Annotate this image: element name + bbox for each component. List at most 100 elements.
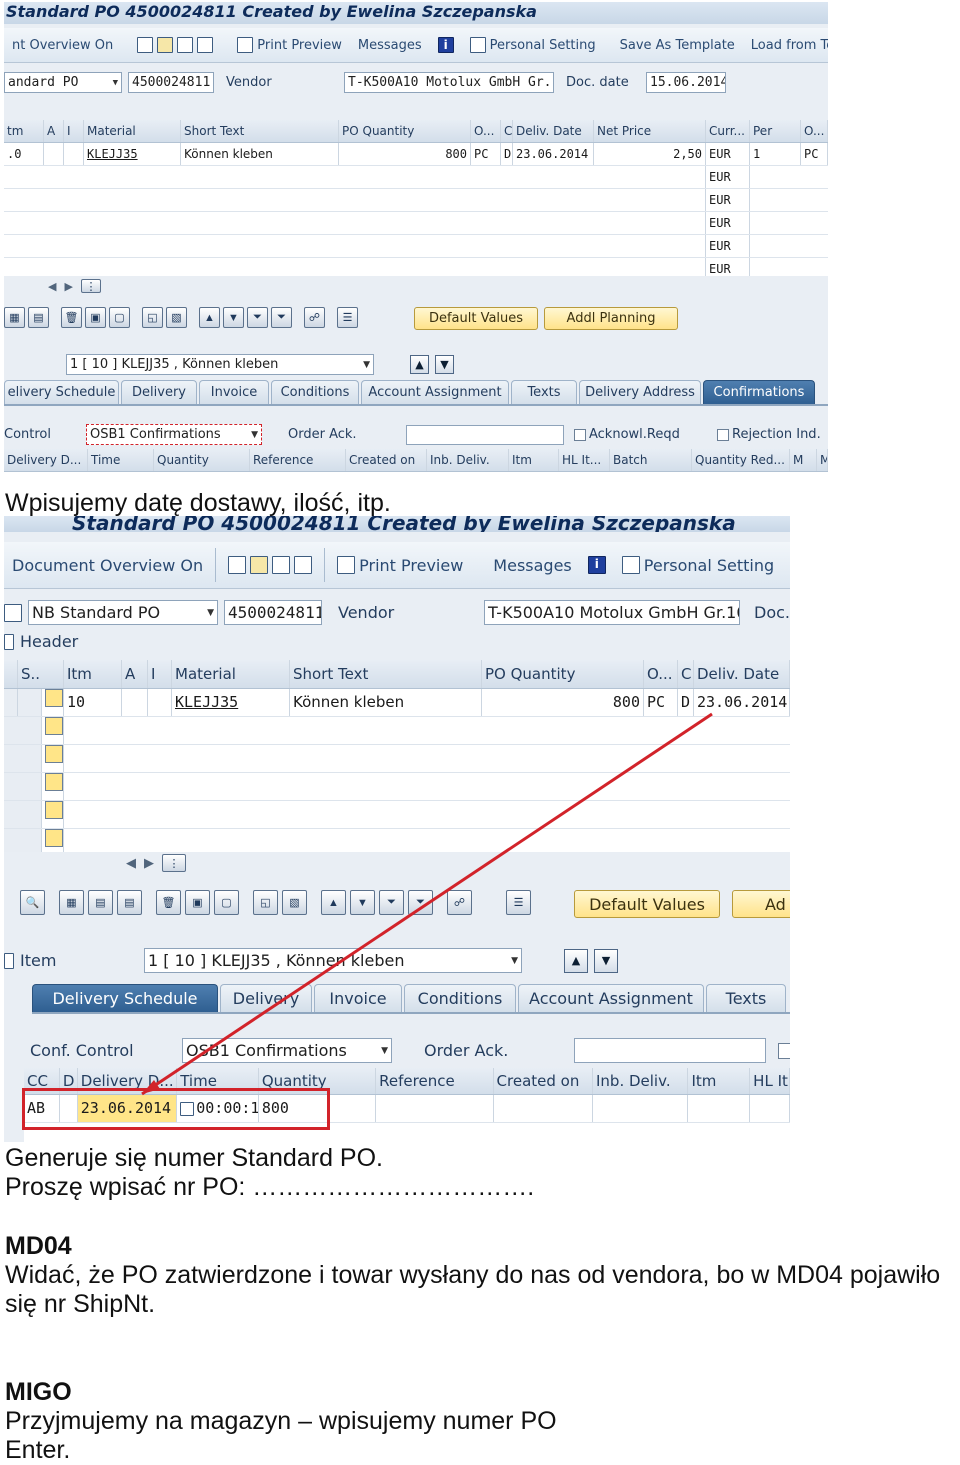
create-icon[interactable] bbox=[137, 37, 154, 53]
table-row[interactable]: EUR bbox=[4, 189, 828, 212]
hierarchy-icon[interactable] bbox=[294, 556, 313, 574]
tab-confirmations[interactable]: Confirmations bbox=[703, 380, 815, 404]
tab-delivery-address[interactable]: Delivery Address bbox=[579, 380, 701, 404]
unlock-icon[interactable]: ▢ bbox=[109, 307, 130, 328]
collapse-item-icon[interactable] bbox=[4, 952, 14, 969]
table-row[interactable] bbox=[4, 717, 790, 745]
table-row[interactable] bbox=[4, 829, 790, 852]
po-number-field[interactable]: 4500024811 bbox=[224, 600, 322, 625]
previous-item-icon[interactable]: ▲ bbox=[564, 948, 588, 973]
delete-icon[interactable]: 🗑 bbox=[61, 307, 82, 328]
table-row[interactable]: EUR bbox=[4, 258, 828, 276]
document-icon[interactable]: ▤ bbox=[117, 890, 142, 915]
copy-icon[interactable]: ◱ bbox=[142, 307, 163, 328]
next-item-icon[interactable]: ▼ bbox=[435, 355, 454, 374]
lock-icon[interactable]: ▣ bbox=[185, 890, 210, 915]
messages-button[interactable]: Messages bbox=[350, 38, 430, 53]
copy-icon[interactable]: ◱ bbox=[253, 890, 278, 915]
item-selector[interactable]: 1 [ 10 ] KLEJJ35 , Können kleben bbox=[66, 354, 374, 375]
print-preview-button[interactable]: Print Preview bbox=[229, 37, 350, 53]
expand-icon[interactable]: ▤ bbox=[28, 307, 49, 328]
scroll-left-icon[interactable]: ◀ bbox=[126, 855, 136, 871]
hierarchy-icon[interactable] bbox=[197, 37, 214, 53]
column-settings-icon[interactable]: ⋮ bbox=[80, 279, 101, 293]
load-from-template-button[interactable]: Load from Tem bbox=[743, 38, 828, 53]
tab-texts[interactable]: Texts bbox=[511, 380, 577, 404]
layout-icon[interactable]: ☰ bbox=[506, 890, 531, 915]
table-row[interactable]: EUR bbox=[4, 166, 828, 189]
detail-icon[interactable]: 🔍 bbox=[20, 890, 45, 915]
scroll-right-icon[interactable]: ▶ bbox=[144, 855, 154, 871]
addl-planning-button[interactable]: Ad bbox=[732, 890, 790, 918]
collapse-icon[interactable]: ▤ bbox=[88, 890, 113, 915]
detail-icon[interactable]: ▦ bbox=[4, 307, 25, 328]
header-section[interactable]: Header bbox=[4, 632, 78, 651]
personal-setting-button[interactable]: Personal Setting bbox=[462, 37, 604, 53]
expand-header-icon[interactable] bbox=[4, 633, 14, 650]
sort-asc-icon[interactable]: ▲ bbox=[199, 307, 220, 328]
po-type-select[interactable]: NB Standard PO bbox=[28, 600, 218, 625]
scroll-right-icon[interactable]: ▶ bbox=[64, 280, 72, 293]
tab-delivery-schedule[interactable]: Delivery Schedule bbox=[32, 984, 218, 1012]
acknowledgment-required-checkbox[interactable] bbox=[778, 1042, 790, 1059]
po-number-field[interactable]: 4500024811 bbox=[128, 72, 214, 93]
tab-account-assignment[interactable]: Account Assignment bbox=[361, 380, 509, 404]
export-icon[interactable]: ☍ bbox=[304, 307, 325, 328]
confirmation-control-select[interactable]: OSB1 Confirmations bbox=[86, 424, 262, 445]
tab-account-assignment[interactable]: Account Assignment bbox=[518, 984, 704, 1012]
messages-button[interactable]: Messages bbox=[471, 556, 579, 575]
layout-icon[interactable]: ☰ bbox=[337, 307, 358, 328]
table-row[interactable]: .0 KLEJJ35 Können kleben 800 PC D 23.06.… bbox=[4, 143, 828, 166]
edit-icon[interactable] bbox=[250, 556, 269, 574]
next-item-icon[interactable]: ▼ bbox=[594, 948, 618, 973]
export-icon[interactable]: ☍ bbox=[447, 890, 472, 915]
order-ack-field[interactable] bbox=[406, 424, 564, 445]
tab-delivery[interactable]: Delivery bbox=[121, 380, 197, 404]
unlock-icon[interactable]: ▢ bbox=[214, 890, 239, 915]
table-row[interactable] bbox=[4, 801, 790, 829]
sort-desc-icon[interactable]: ▼ bbox=[223, 307, 244, 328]
table-row[interactable] bbox=[4, 773, 790, 801]
tab-invoice[interactable]: Invoice bbox=[199, 380, 269, 404]
tab-invoice[interactable]: Invoice bbox=[314, 984, 402, 1012]
vendor-field[interactable]: T-K500A10 Motolux GmbH Gr.10 bbox=[344, 72, 554, 93]
row-selector[interactable] bbox=[18, 689, 42, 716]
item-selector[interactable]: 1 [ 10 ] KLEJJ35 , Können kleben bbox=[144, 948, 522, 973]
table-row[interactable]: 10 KLEJJ35 Können kleben 800 PC D 23.06.… bbox=[4, 689, 790, 717]
default-values-button[interactable]: Default Values bbox=[414, 307, 538, 330]
filter-off-icon[interactable]: ⏷ bbox=[408, 890, 433, 915]
lock-icon[interactable]: ▣ bbox=[85, 307, 106, 328]
sort-asc-icon[interactable]: ▲ bbox=[321, 890, 346, 915]
table-row[interactable]: EUR bbox=[4, 235, 828, 258]
select-all-icon[interactable]: ▧ bbox=[282, 890, 307, 915]
sort-desc-icon[interactable]: ▼ bbox=[350, 890, 375, 915]
print-preview-button[interactable]: Print Preview bbox=[329, 556, 471, 575]
addl-planning-button[interactable]: Addl Planning bbox=[544, 307, 678, 330]
order-ack-field[interactable] bbox=[574, 1038, 766, 1063]
po-type-select[interactable]: andard PO bbox=[4, 72, 122, 93]
expand-icon[interactable]: ▦ bbox=[59, 890, 84, 915]
confirmation-control-select[interactable]: OSB1 Confirmations bbox=[182, 1038, 392, 1063]
other-po-icon[interactable] bbox=[272, 556, 291, 574]
filter-off-icon[interactable]: ⏷ bbox=[271, 307, 292, 328]
info-button[interactable]: i bbox=[580, 556, 614, 574]
default-values-button[interactable]: Default Values bbox=[574, 890, 720, 918]
tab-texts[interactable]: Texts bbox=[706, 984, 786, 1012]
tab-delivery-schedule[interactable]: elivery Schedule bbox=[4, 380, 119, 404]
filter-icon[interactable]: ⏷ bbox=[247, 307, 268, 328]
personal-setting-button[interactable]: Personal Setting bbox=[614, 556, 782, 575]
document-overview-button[interactable]: nt Overview On bbox=[4, 38, 121, 53]
edit-icon[interactable] bbox=[157, 37, 174, 53]
tab-conditions[interactable]: Conditions bbox=[404, 984, 516, 1012]
other-po-icon[interactable] bbox=[177, 37, 194, 53]
table-row[interactable] bbox=[4, 745, 790, 773]
rejection-indicator-checkbox[interactable] bbox=[717, 428, 729, 441]
info-button[interactable]: i bbox=[430, 37, 462, 53]
save-as-template-button[interactable]: Save As Template bbox=[612, 38, 743, 53]
document-overview-button[interactable]: Document Overview On bbox=[4, 556, 211, 575]
tab-delivery[interactable]: Delivery bbox=[220, 984, 312, 1012]
scroll-left-icon[interactable]: ◀ bbox=[48, 280, 56, 293]
doc-date-field[interactable]: 15.06.2014 bbox=[646, 72, 726, 93]
create-icon[interactable] bbox=[228, 556, 247, 574]
acknowledgment-required-checkbox[interactable] bbox=[574, 428, 586, 441]
